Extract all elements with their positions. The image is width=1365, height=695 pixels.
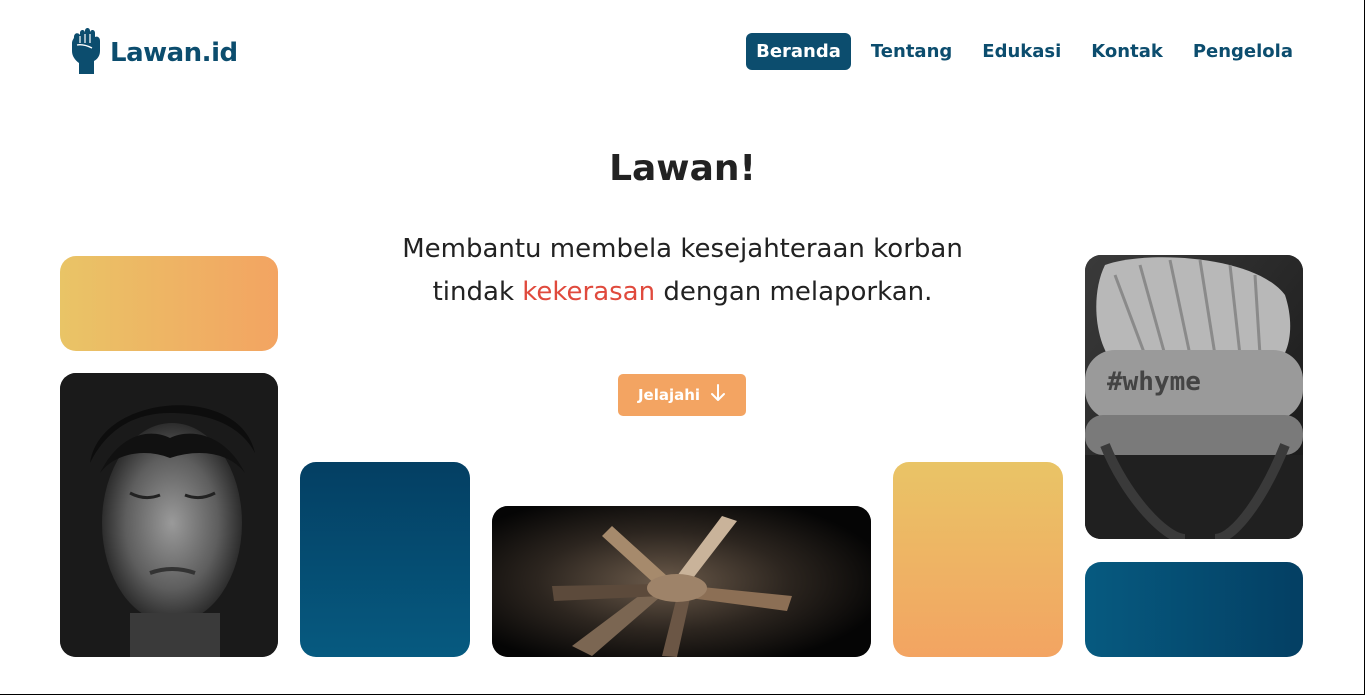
explore-button[interactable]: Jelajahi xyxy=(618,374,746,416)
hero-title: Lawan! xyxy=(609,148,756,189)
nav-item-beranda[interactable]: Beranda xyxy=(746,33,851,70)
crying-child-photo xyxy=(60,373,278,657)
decor-tile-blue-left xyxy=(300,462,470,657)
nav-item-edukasi[interactable]: Edukasi xyxy=(972,33,1071,70)
brand-name: Lawan.id xyxy=(110,38,238,68)
hero-subtitle: Membantu membela kesejahteraan korban ti… xyxy=(400,228,965,314)
decor-tile-orange-right xyxy=(893,462,1063,657)
whyme-child-photo: #whyme xyxy=(1085,255,1303,539)
hands-together-photo xyxy=(492,506,871,657)
whyme-text: #whyme xyxy=(1107,367,1201,397)
explore-button-label: Jelajahi xyxy=(637,386,701,404)
nav-item-tentang[interactable]: Tentang xyxy=(861,33,962,70)
hero-subtitle-highlight: kekerasan xyxy=(522,277,656,307)
nav-item-kontak[interactable]: Kontak xyxy=(1081,33,1173,70)
main-nav: Beranda Tentang Edukasi Kontak Pengelola xyxy=(746,33,1303,70)
hero-subtitle-part2: dengan melaporkan. xyxy=(655,277,933,307)
raised-fist-icon xyxy=(68,27,104,79)
decor-tile-orange-left xyxy=(60,256,278,351)
nav-item-pengelola[interactable]: Pengelola xyxy=(1183,33,1303,70)
brand-logo-link[interactable]: Lawan.id xyxy=(68,27,238,79)
arrow-down-icon xyxy=(710,384,726,406)
decor-tile-blue-right xyxy=(1085,562,1303,657)
